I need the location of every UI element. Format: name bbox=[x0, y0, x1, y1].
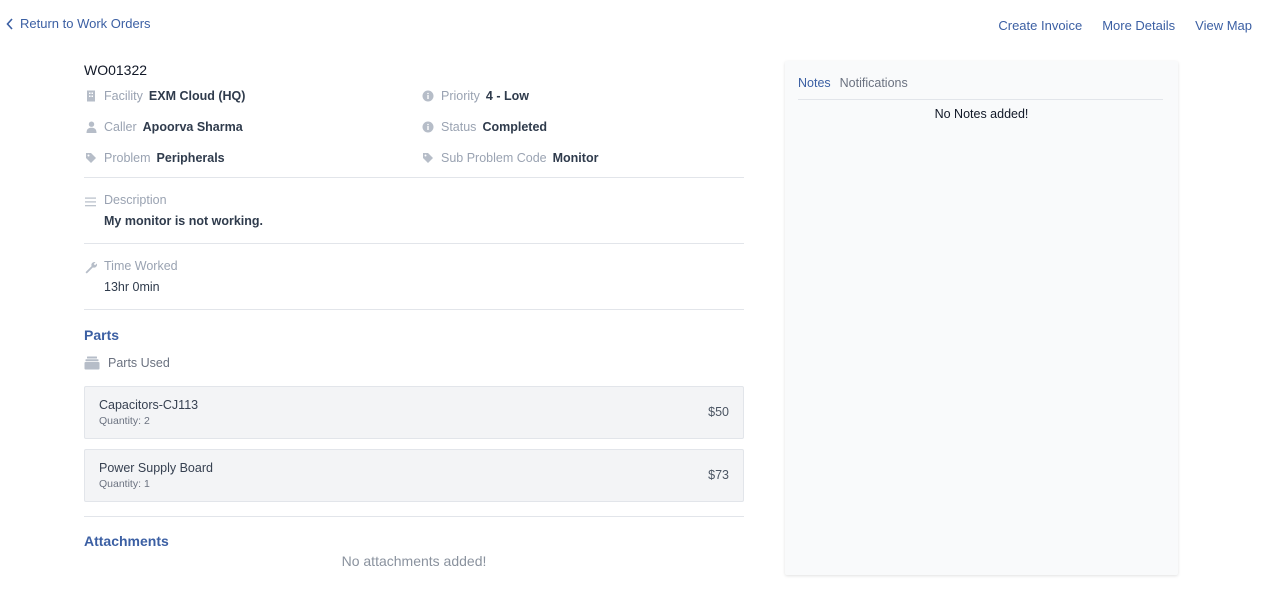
info-grid: Facility EXM Cloud (HQ) Priority 4 - Low… bbox=[84, 87, 744, 177]
divider bbox=[84, 309, 744, 310]
info-icon bbox=[421, 120, 435, 134]
no-notes-message: No Notes added! bbox=[934, 107, 1029, 121]
time-worked-label: Time Worked bbox=[104, 259, 178, 273]
priority-label: Priority bbox=[441, 89, 480, 103]
parts-box-icon bbox=[84, 356, 100, 370]
description-label: Description bbox=[104, 193, 167, 207]
caller-field: Caller Apoorva Sharma bbox=[84, 118, 243, 136]
time-worked-value: 13hr 0min bbox=[104, 280, 160, 294]
problem-field: Problem Peripherals bbox=[84, 149, 225, 167]
return-to-work-orders-label: Return to Work Orders bbox=[20, 16, 151, 31]
notes-panel: Notes Notifications No Notes added! bbox=[785, 61, 1178, 575]
menu-lines-icon bbox=[85, 197, 96, 207]
part-name: Power Supply Board bbox=[99, 461, 213, 475]
parts-used-label: Parts Used bbox=[108, 356, 170, 370]
view-map-link[interactable]: View Map bbox=[1195, 18, 1252, 33]
more-details-link[interactable]: More Details bbox=[1102, 18, 1175, 33]
description-value: My monitor is not working. bbox=[104, 214, 264, 228]
parts-used-header: Parts Used bbox=[84, 355, 744, 371]
no-attachments-message: No attachments added! bbox=[341, 553, 487, 569]
priority-field: Priority 4 - Low bbox=[421, 87, 529, 105]
building-icon bbox=[84, 89, 98, 103]
divider bbox=[84, 516, 744, 517]
person-icon bbox=[84, 120, 98, 134]
status-label: Status bbox=[441, 120, 477, 134]
header-actions: Create Invoice More Details View Map bbox=[998, 18, 1252, 33]
status-value: Completed bbox=[482, 120, 548, 134]
facility-label: Facility bbox=[104, 89, 143, 103]
problem-label: Problem bbox=[104, 151, 151, 165]
parts-section-title: Parts bbox=[84, 327, 120, 343]
facility-field: Facility EXM Cloud (HQ) bbox=[84, 87, 245, 105]
tab-notifications[interactable]: Notifications bbox=[840, 76, 908, 90]
priority-value: 4 - Low bbox=[485, 89, 529, 103]
part-quantity: Quantity: 2 bbox=[99, 415, 150, 427]
facility-value: EXM Cloud (HQ) bbox=[148, 89, 246, 103]
time-worked-block: Time Worked 13hr 0min bbox=[84, 244, 744, 309]
notes-tabs: Notes Notifications bbox=[798, 76, 908, 90]
tag-icon bbox=[421, 151, 435, 165]
return-to-work-orders-link[interactable]: Return to Work Orders bbox=[6, 16, 151, 31]
part-price: $50 bbox=[708, 405, 729, 419]
sub-problem-label: Sub Problem Code bbox=[441, 151, 547, 165]
caller-label: Caller bbox=[104, 120, 137, 134]
problem-value: Peripherals bbox=[156, 151, 225, 165]
tab-notes[interactable]: Notes bbox=[798, 76, 831, 90]
attachments-section-title: Attachments bbox=[84, 533, 169, 549]
status-field: Status Completed bbox=[421, 118, 547, 136]
tag-icon bbox=[84, 151, 98, 165]
divider bbox=[798, 99, 1163, 100]
part-price: $73 bbox=[708, 468, 729, 482]
work-order-id: WO01322 bbox=[84, 62, 148, 78]
chevron-left-icon bbox=[6, 17, 13, 30]
caller-value: Apoorva Sharma bbox=[142, 120, 243, 134]
work-order-details: WO01322 Facility EXM Cloud (HQ) Priority… bbox=[84, 62, 744, 569]
wrench-icon bbox=[85, 261, 98, 274]
part-name: Capacitors-CJ113 bbox=[99, 398, 199, 412]
create-invoice-link[interactable]: Create Invoice bbox=[998, 18, 1082, 33]
description-block: Description My monitor is not working. bbox=[84, 178, 744, 243]
part-quantity: Quantity: 1 bbox=[99, 478, 150, 490]
info-icon bbox=[421, 89, 435, 103]
sub-problem-value: Monitor bbox=[552, 151, 599, 165]
part-card[interactable]: Capacitors-CJ113 Quantity: 2 $50 bbox=[84, 386, 744, 439]
sub-problem-field: Sub Problem Code Monitor bbox=[421, 149, 598, 167]
part-card[interactable]: Power Supply Board Quantity: 1 $73 bbox=[84, 449, 744, 502]
